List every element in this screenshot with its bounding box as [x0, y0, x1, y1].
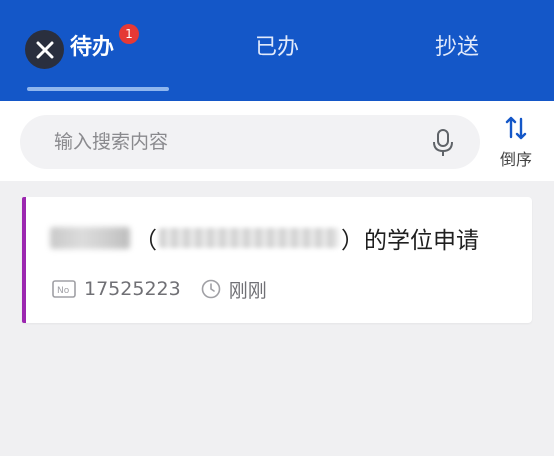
clock-icon [201, 279, 221, 299]
tab-cc[interactable]: 抄送 [426, 30, 488, 66]
list-item-accent-bar [22, 197, 26, 323]
list-item-meta: No 17525223 刚刚 [52, 277, 267, 302]
title-paren-close: ） [341, 228, 364, 254]
svg-text:No: No [57, 286, 70, 296]
title-paren-open: （ [134, 228, 157, 254]
app-header: 待办 1 已办 抄送 [0, 0, 554, 101]
microphone-icon[interactable] [431, 128, 455, 158]
id-card-icon: No [52, 280, 76, 298]
sort-icon [505, 116, 527, 140]
list-item-number: 17525223 [84, 278, 181, 300]
tab-todo-label: 待办 [70, 35, 115, 60]
search-box[interactable] [20, 115, 480, 169]
list-item-time: 刚刚 [228, 279, 267, 302]
title-suffix: 的学位申请 [364, 228, 479, 254]
tab-todo-badge: 1 [119, 24, 139, 44]
sort-order-button[interactable]: 倒序 [490, 111, 542, 171]
tab-done[interactable]: 已办 [246, 30, 308, 66]
list-item-title: （ ） 的学位申请 [50, 221, 525, 255]
search-bar: 倒序 [0, 101, 554, 181]
redacted-id-number [159, 228, 339, 248]
close-button[interactable] [25, 30, 64, 69]
redacted-name [50, 227, 130, 249]
search-input[interactable] [54, 128, 414, 156]
active-tab-indicator [27, 87, 169, 91]
close-icon [36, 41, 53, 58]
list-item[interactable]: （ ） 的学位申请 No 17525223 刚刚 [22, 197, 532, 323]
sort-label: 倒序 [499, 150, 532, 169]
tab-cc-label: 抄送 [434, 35, 479, 60]
tab-done-label: 已办 [254, 35, 299, 60]
